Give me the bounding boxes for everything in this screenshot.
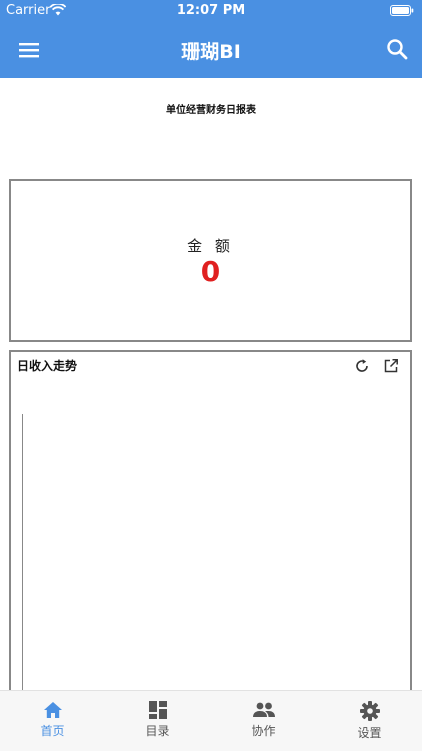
tab-collaboration-label: 协作 <box>251 724 276 738</box>
tab-home-label: 首页 <box>40 724 65 738</box>
tab-collaboration[interactable]: 协作 <box>211 691 316 751</box>
search-icon[interactable] <box>386 38 408 60</box>
status-time: 12:07 PM <box>176 3 246 18</box>
chart-y-axis <box>22 414 23 714</box>
tab-bar: 首页 目录 协作 设置 <box>0 690 422 751</box>
gear-icon <box>359 701 380 721</box>
tab-settings-label: 设置 <box>357 726 382 740</box>
nav-bar: 珊瑚BI <box>0 22 422 78</box>
amount-value: 0 <box>200 255 221 288</box>
dashboard-icon <box>148 701 167 719</box>
page-title: 珊瑚BI <box>181 41 241 63</box>
people-icon <box>252 702 275 717</box>
trend-card: 日收入走势 <box>9 350 412 714</box>
external-link-icon[interactable] <box>383 358 399 374</box>
tab-catalog-label: 目录 <box>145 724 170 738</box>
refresh-icon[interactable] <box>354 358 370 374</box>
tab-settings[interactable]: 设置 <box>317 691 422 751</box>
status-bar: Carrier 12:07 PM <box>0 0 422 22</box>
trend-title: 日收入走势 <box>17 359 78 373</box>
home-icon <box>43 702 62 718</box>
battery-icon <box>390 5 414 16</box>
report-title: 单位经营财务日报表 <box>166 105 256 116</box>
tab-home[interactable]: 首页 <box>0 691 105 751</box>
amount-label: 金 额 <box>187 237 234 255</box>
tab-catalog[interactable]: 目录 <box>105 691 210 751</box>
amount-card: 金 额 0 <box>9 179 412 342</box>
